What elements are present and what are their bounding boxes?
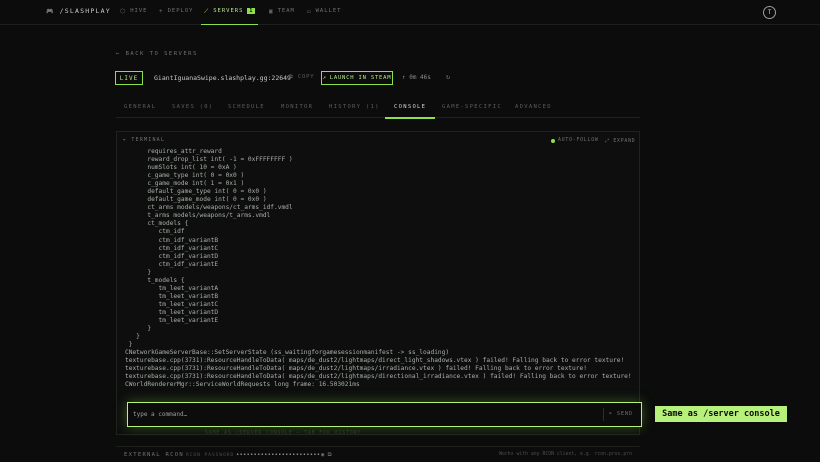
nav-item-label: WALLET	[315, 8, 342, 14]
servers-count-badge: 1	[247, 8, 256, 14]
team-icon: ▣	[269, 8, 274, 15]
gamepad-icon: 🎮	[46, 7, 55, 15]
rcon-password-field[interactable]: ••••••••••••••••••••••••	[236, 452, 320, 458]
server-tabs: GENERAL SAVES (0) SCHEDULE MONITOR HISTO…	[116, 96, 640, 119]
nav-item-wallet[interactable]: ▭ WALLET	[307, 0, 342, 25]
log-line: ctm_idf_variantE	[125, 260, 219, 268]
log-line: texturebase.cpp(3731):ResourceHandleToDa…	[125, 357, 625, 365]
top-nav: 🎮 /SLASHPLAY ⬡ HIVE + DEPLOY ⟋ SERVERS 1…	[0, 0, 820, 25]
log-line: tm_leet_variantC	[125, 300, 219, 308]
tab-general[interactable]: GENERAL	[124, 104, 156, 110]
copy-icon[interactable]: ⧉	[328, 452, 332, 458]
rcon-hint: Works with any RCON client, e.g. rcon.pr…	[499, 452, 632, 457]
command-placeholder: type a command…	[133, 411, 188, 418]
tab-saves[interactable]: SAVES (0)	[172, 104, 214, 110]
log-line: requires_attr_reward	[125, 148, 222, 155]
status-badge: LIVE	[115, 71, 143, 85]
tab-game-specific[interactable]: GAME-SPECIFIC	[442, 104, 502, 110]
log-line: tm_leet_variantB	[125, 292, 219, 300]
nav-item-servers[interactable]: ⟋ SERVERS 1	[200, 0, 259, 25]
rcon-password-label: RCON PASSWORD	[186, 453, 235, 458]
log-line: tm_leet_variantD	[125, 308, 219, 316]
log-line: tm_leet_variantE	[125, 316, 219, 324]
log-line: ct_arms models/weapons/ct_arms_idf.vmdl	[125, 204, 293, 212]
tab-history[interactable]: HISTORY (1)	[329, 104, 380, 110]
external-link-icon: ↗	[322, 75, 327, 81]
log-line: default_game_type int( 0 = 0x0 )	[125, 188, 267, 196]
log-line: reward_drop_list int( -1 = 0xFFFFFFFF )	[125, 156, 293, 164]
send-icon: ➤	[609, 411, 614, 417]
command-input[interactable]: type a command… ➤ SEND	[127, 402, 642, 427]
log-line: }	[125, 333, 140, 341]
log-line: ctm_idf_variantB	[125, 236, 219, 244]
auto-follow-toggle[interactable]: AUTO-FOLLOW	[551, 138, 599, 143]
wallet-icon: ▭	[307, 8, 312, 15]
log-line: t_models {	[125, 276, 185, 284]
external-rcon-row: EXTERNAL RCON RCON PASSWORD ••••••••••••…	[116, 446, 640, 462]
nav-item-label: SERVERS	[213, 8, 244, 14]
copy-address-button[interactable]: ⧉ COPY	[289, 74, 314, 81]
log-line: }	[125, 325, 152, 333]
tab-monitor[interactable]: MONITOR	[281, 104, 313, 110]
send-button[interactable]: ➤ SEND	[609, 411, 633, 417]
log-line: c_game_type int( 0 = 0x0 )	[125, 172, 245, 180]
log-line: ctm_idf	[125, 228, 185, 236]
log-line: ct_models {	[125, 220, 189, 228]
copy-icon: ⧉	[289, 74, 294, 80]
log-line: ctm_idf_variantD	[125, 252, 219, 260]
uptime-readout: ↑ 0m 46s	[402, 74, 431, 81]
nav-item-label: DEPLOY	[167, 8, 194, 14]
tab-console[interactable]: CONSOLE	[384, 104, 436, 119]
brand-logo[interactable]: 🎮 /SLASHPLAY	[46, 7, 111, 15]
status-dot-icon	[551, 138, 555, 143]
log-line: numSlots int( 10 = 0xA )	[125, 164, 237, 172]
nav-item-label: HIVE	[130, 8, 148, 14]
nav-item-hive[interactable]: ⬡ HIVE	[120, 0, 148, 25]
tab-schedule[interactable]: SCHEDULE	[228, 104, 265, 110]
log-line: CWorldRendererMgr::ServiceWorldRequests …	[125, 381, 360, 389]
hive-icon: ⬡	[120, 8, 127, 15]
eye-icon[interactable]: ◉	[321, 452, 324, 458]
plus-icon: +	[159, 8, 164, 15]
log-line: texturebase.cpp(3731):ResourceHandleToDa…	[125, 373, 632, 381]
nav-item-team[interactable]: ▣ TEAM	[269, 0, 295, 25]
annotation-callout: Same as /server console	[655, 406, 787, 422]
console-log[interactable]: requires_attr_reward reward_drop_list in…	[125, 148, 635, 406]
avatar[interactable]: T	[763, 6, 776, 19]
back-to-servers-link[interactable]: ← BACK TO SERVERS	[116, 51, 198, 57]
terminal-panel: ▸ TERMINAL AUTO-FOLLOW ⤢ EXPAND requires…	[116, 131, 640, 435]
brand-name: /SLASHPLAY	[59, 7, 111, 15]
log-line: c_game_mode int( 1 = 0x1 )	[125, 180, 245, 188]
console-hint: SAME AS /SERVER CONSOLE — TAB FOR HISTOR…	[205, 430, 362, 436]
expand-button[interactable]: ⤢ EXPAND	[605, 138, 635, 144]
log-line: }	[125, 268, 152, 276]
log-line: }	[125, 341, 133, 349]
log-line: default_game_mode int( 0 = 0x0 )	[125, 196, 267, 204]
server-address: GiantIguanaSwipe.slashplay.gg:22649	[154, 74, 291, 82]
log-line: tm_leet_variantA	[125, 284, 219, 292]
log-line: t_arms models/weapons/t_arms.vmdl	[125, 212, 271, 220]
divider	[603, 408, 604, 421]
tab-advanced[interactable]: ADVANCED	[515, 104, 552, 110]
log-line: ctm_idf_variantC	[125, 244, 219, 252]
nav-item-label: TEAM	[277, 8, 295, 14]
launch-in-steam-button[interactable]: ↗ LAUNCH IN STEAM	[321, 71, 393, 85]
nav-item-deploy[interactable]: + DEPLOY	[159, 0, 194, 25]
log-line: CNetworkGameServerBase::SetServerState (…	[125, 349, 450, 357]
rcon-label: EXTERNAL RCON	[124, 452, 184, 458]
refresh-icon[interactable]: ↻	[446, 73, 450, 81]
servers-icon: ⟋	[204, 8, 210, 15]
terminal-title: ▸ TERMINAL	[123, 137, 166, 143]
log-line: texturebase.cpp(3731):ResourceHandleToDa…	[125, 365, 587, 373]
